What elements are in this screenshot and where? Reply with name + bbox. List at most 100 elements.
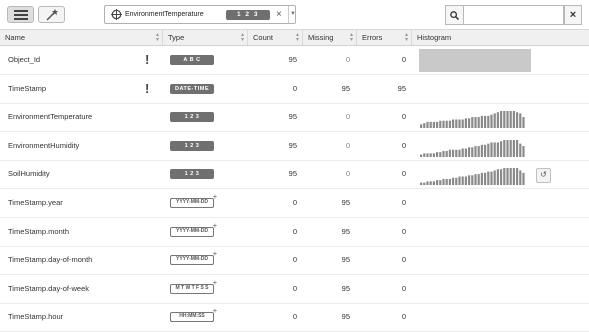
histogram-bar bbox=[423, 123, 426, 129]
clear-selection-icon[interactable]: × bbox=[276, 9, 282, 20]
row-name: TimeStamp.day-of-week bbox=[8, 283, 89, 293]
table-row[interactable]: TimeStamp.day-of-week M T W T F S S + 0 95 0 bbox=[0, 275, 589, 304]
list-view-button[interactable] bbox=[7, 6, 34, 23]
search-box: × bbox=[445, 5, 582, 25]
cell-count: 95 bbox=[288, 55, 297, 64]
histogram-bar bbox=[474, 174, 477, 186]
histogram-bar bbox=[442, 150, 445, 157]
histogram-bar bbox=[480, 116, 483, 129]
table-row[interactable]: EnvironmentTemperature 1 2 3 95 0 0 bbox=[0, 103, 589, 133]
column-header-missing[interactable]: Missing ▴ ▾ bbox=[303, 30, 357, 45]
column-selector[interactable]: EnvironmentTemperature 1 2 3 × ▼ bbox=[104, 5, 296, 24]
histogram-bar bbox=[484, 144, 487, 157]
histogram-bar bbox=[436, 180, 439, 186]
table-row[interactable]: TimeStamp.hour HH:MM:SS + 0 95 0 bbox=[0, 303, 589, 332]
histogram-bar bbox=[458, 149, 461, 157]
type-badge[interactable]: YYYY-MM-DD + bbox=[170, 194, 217, 208]
type-badge[interactable]: M T W T F S S + bbox=[170, 279, 217, 294]
cell-missing: 0 bbox=[345, 112, 350, 122]
search-input[interactable] bbox=[463, 5, 564, 25]
toolbar: EnvironmentTemperature 1 2 3 × ▼ × bbox=[0, 0, 589, 29]
histogram-bar bbox=[448, 149, 451, 157]
histogram-bar bbox=[445, 120, 448, 129]
clear-search-button[interactable]: × bbox=[564, 5, 582, 25]
histogram-bar bbox=[439, 151, 442, 157]
chevron-down-icon: ▼ bbox=[290, 11, 296, 17]
type-badge[interactable]: 1 2 3 bbox=[170, 112, 214, 123]
cell-count: 0 bbox=[292, 283, 297, 293]
histogram-bar bbox=[509, 168, 512, 186]
type-badge[interactable]: YYYY-MM-DD + bbox=[170, 222, 217, 237]
derived-icon: + bbox=[212, 279, 217, 287]
menu-icon bbox=[13, 9, 28, 20]
derived-icon: + bbox=[212, 222, 217, 230]
histogram-bar bbox=[480, 144, 483, 157]
histogram-bar bbox=[474, 117, 477, 129]
row-name: TimeStamp.year bbox=[8, 198, 63, 207]
type-badge[interactable]: YYYY-MM-DD + bbox=[170, 251, 217, 266]
table-row[interactable]: TimeStamp.month YYYY-MM-DD + 0 95 0 bbox=[0, 218, 589, 247]
magic-wand-icon bbox=[45, 8, 58, 21]
histogram-bar bbox=[506, 111, 509, 129]
histogram-bar bbox=[420, 124, 423, 129]
histogram-bar bbox=[496, 112, 499, 129]
table-row[interactable]: SoilHumidity 1 2 3 95 0 0 ↺ bbox=[0, 160, 589, 190]
table-row[interactable]: Object_Id! A B C 95 0 0 bbox=[0, 46, 589, 75]
type-badge[interactable]: A B C bbox=[170, 55, 214, 65]
column-dropdown-toggle[interactable]: ▼ bbox=[288, 6, 297, 23]
histogram-bar bbox=[512, 139, 515, 157]
histogram-bar bbox=[471, 175, 474, 186]
histogram-bar bbox=[436, 122, 439, 129]
histogram-bar bbox=[448, 120, 451, 129]
cell-missing: 0 bbox=[345, 169, 350, 179]
histogram-bar bbox=[516, 168, 519, 186]
histogram-bar bbox=[493, 170, 496, 186]
type-badge[interactable]: HH:MM:SS + bbox=[170, 308, 217, 323]
histogram-bar bbox=[474, 145, 477, 157]
cell-missing: 95 bbox=[341, 198, 350, 207]
histogram-bar bbox=[464, 176, 467, 186]
row-name: SoilHumidity bbox=[8, 169, 50, 179]
cell-count: 0 bbox=[292, 83, 297, 93]
histogram-bar bbox=[519, 170, 522, 186]
cell-count: 0 bbox=[292, 255, 297, 265]
cell-missing: 0 bbox=[345, 55, 350, 64]
histogram-bar bbox=[493, 113, 496, 129]
refresh-histogram-button[interactable]: ↺ bbox=[536, 168, 551, 184]
derived-icon: + bbox=[212, 308, 217, 316]
row-name: TimeStamp bbox=[8, 83, 47, 93]
column-header-name[interactable]: Name ▴ ▾ bbox=[0, 30, 163, 45]
table-row[interactable]: TimeStamp.year YYYY-MM-DD + 0 95 0 bbox=[0, 189, 589, 218]
histogram-bar bbox=[458, 119, 461, 129]
table-header: Name ▴ ▾ Type ▴ ▾ Count ▴ ▾ Missing ▴ ▾ Errors ▴ ▾… bbox=[0, 29, 589, 46]
selected-column-label: EnvironmentTemperature bbox=[125, 11, 204, 18]
histogram-bar bbox=[468, 147, 471, 157]
histogram-bar bbox=[512, 111, 515, 129]
derived-icon: + bbox=[212, 194, 217, 201]
search-button[interactable] bbox=[445, 5, 464, 25]
wizard-button[interactable] bbox=[38, 6, 65, 23]
histogram-bar bbox=[436, 151, 439, 157]
histogram-bar bbox=[471, 147, 474, 157]
table-row[interactable]: TimeStamp.day-of-month YYYY-MM-DD + 0 95 0 bbox=[0, 246, 589, 276]
row-name: Object_Id bbox=[8, 55, 41, 64]
histogram-bar bbox=[506, 139, 509, 157]
cell-count: 0 bbox=[292, 226, 297, 236]
search-icon bbox=[450, 10, 459, 20]
cell-missing: 95 bbox=[341, 226, 350, 236]
histogram-bar bbox=[461, 148, 464, 157]
histogram-bar bbox=[464, 118, 467, 129]
column-header-count[interactable]: Count ▴ ▾ bbox=[248, 30, 303, 45]
type-badge[interactable]: 1 2 3 bbox=[170, 169, 214, 180]
histogram-bar bbox=[516, 139, 519, 157]
table-row[interactable]: EnvironmentHumidity 1 2 3 95 0 0 bbox=[0, 132, 589, 161]
histogram-bar bbox=[500, 169, 503, 186]
table-row[interactable]: TimeStamp! DATE-TIME 0 95 95 bbox=[0, 75, 589, 104]
crosshair-icon bbox=[111, 9, 122, 20]
histogram-bar bbox=[490, 142, 493, 157]
type-badge[interactable]: DATE-TIME bbox=[170, 83, 214, 94]
type-badge[interactable]: 1 2 3 bbox=[170, 140, 214, 151]
column-header-errors[interactable]: Errors ▴ ▾ bbox=[357, 30, 412, 45]
column-header-type[interactable]: Type ▴ ▾ bbox=[163, 30, 248, 45]
cell-errors: 95 bbox=[397, 83, 406, 93]
